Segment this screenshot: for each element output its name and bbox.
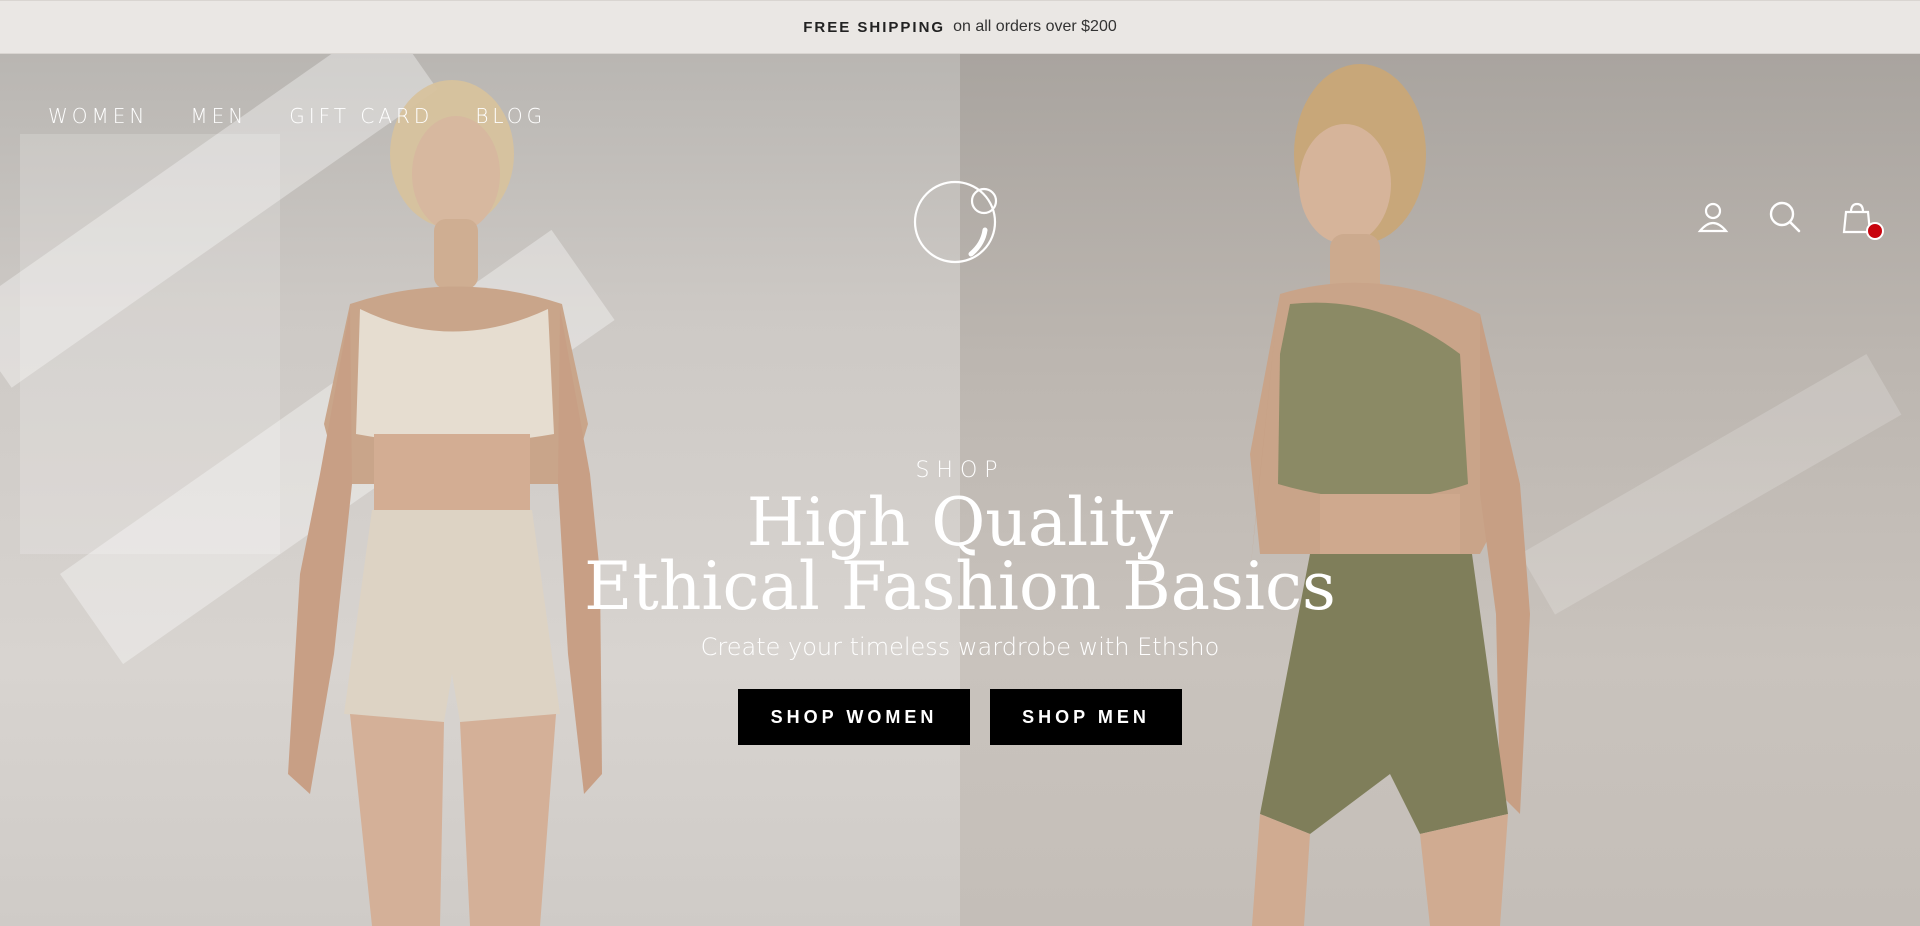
shop-women-button[interactable]: SHOP WOMEN	[738, 689, 970, 745]
cart-count-badge	[1866, 222, 1884, 240]
hero-title-line-2: Ethical Fashion Basics	[584, 548, 1336, 625]
header-actions	[1696, 200, 1884, 240]
hero-cta-row: SHOP WOMEN SHOP MEN	[0, 689, 1920, 745]
nav-link-gift-card[interactable]: GIFT CARD	[289, 104, 433, 128]
announcement-strong: FREE SHIPPING	[803, 18, 946, 36]
nav-link-blog[interactable]: BLOG	[475, 104, 546, 128]
hero-subtitle: Create your timeless wardrobe with Ethsh…	[700, 633, 1220, 661]
nav-link-women[interactable]: WOMEN	[48, 104, 148, 128]
hero-title-line-1: High Quality	[746, 484, 1174, 561]
hero-banner: WOMEN MEN GIFT CARD BLOG SHOP High Quali…	[0, 54, 1920, 926]
shopping-bag-icon[interactable]	[1840, 200, 1884, 240]
hero-content: SHOP High Quality Ethical Fashion Basics…	[0, 458, 1920, 745]
announcement-text: on all orders over $200	[953, 18, 1117, 35]
announcement-bar: FREE SHIPPING on all orders over $200	[0, 0, 1920, 54]
user-icon[interactable]	[1696, 200, 1730, 234]
main-nav: WOMEN MEN GIFT CARD BLOG	[48, 104, 546, 128]
shop-men-button[interactable]: SHOP MEN	[990, 689, 1182, 745]
brand-logo[interactable]	[913, 174, 1005, 266]
nav-link-men[interactable]: MEN	[190, 104, 247, 128]
hero-eyebrow: SHOP	[915, 458, 1005, 483]
search-icon[interactable]	[1768, 200, 1802, 234]
logo-mark-icon	[913, 180, 998, 264]
